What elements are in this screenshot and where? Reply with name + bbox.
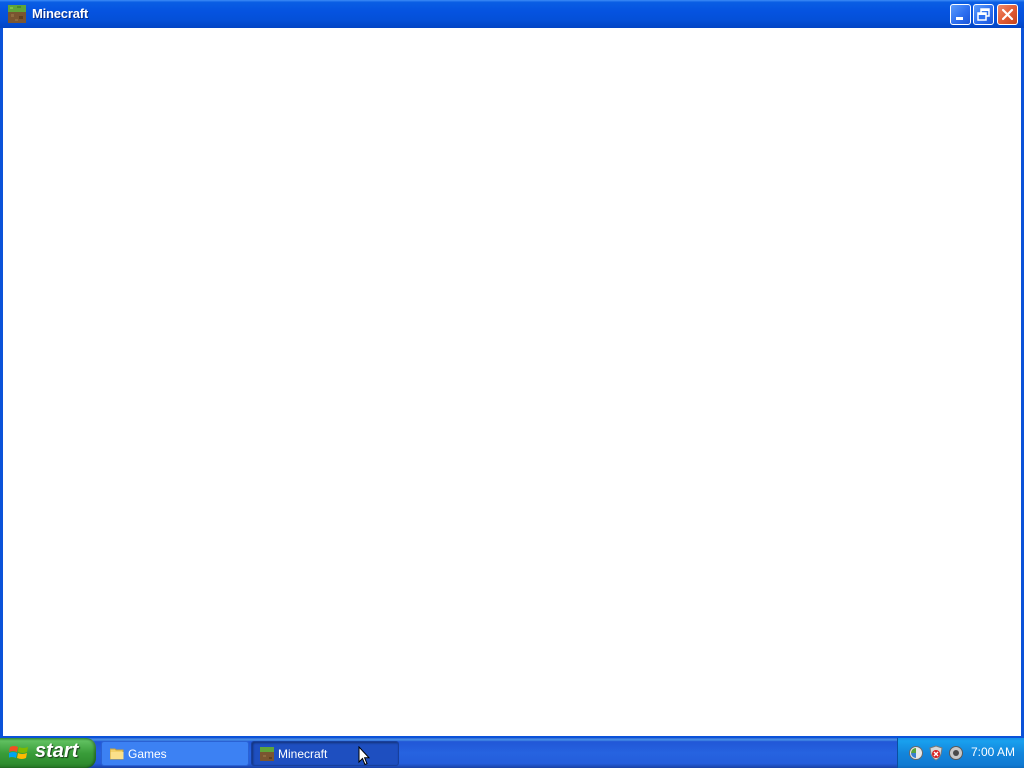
start-label: start [35, 740, 79, 762]
volume-icon[interactable] [948, 745, 964, 761]
taskbar-button-minecraft[interactable]: Minecraft [251, 741, 399, 766]
restore-button[interactable] [973, 4, 994, 25]
taskbar-button-label: Games [128, 747, 167, 761]
window-title: Minecraft [32, 6, 88, 21]
clock[interactable]: 7:00 AM [971, 745, 1015, 759]
minecraft-grass-block-icon [260, 747, 274, 764]
restore-icon [977, 8, 990, 21]
network-icon[interactable] [908, 745, 924, 761]
security-alert-icon[interactable] [928, 745, 944, 761]
close-button[interactable] [997, 4, 1018, 25]
taskbar-button-label: Minecraft [278, 747, 328, 761]
mouse-cursor-icon [358, 746, 370, 766]
window-content-area[interactable] [3, 28, 1021, 736]
folder-icon [109, 747, 124, 763]
minimize-icon [956, 17, 963, 20]
system-tray: 7:00 AM [897, 738, 1024, 768]
window-titlebar[interactable]: Minecraft [0, 0, 1024, 28]
minecraft-grass-block-icon [7, 4, 27, 24]
taskbar-button-games[interactable]: Games [101, 741, 249, 766]
minecraft-window: Minecraft [0, 0, 1024, 738]
taskbar: start Games Minecraft 7:00 AM [0, 738, 1024, 768]
close-icon [1001, 8, 1014, 21]
start-button[interactable]: start [0, 738, 96, 768]
windows-logo-icon [9, 746, 28, 759]
minimize-button[interactable] [950, 4, 971, 25]
